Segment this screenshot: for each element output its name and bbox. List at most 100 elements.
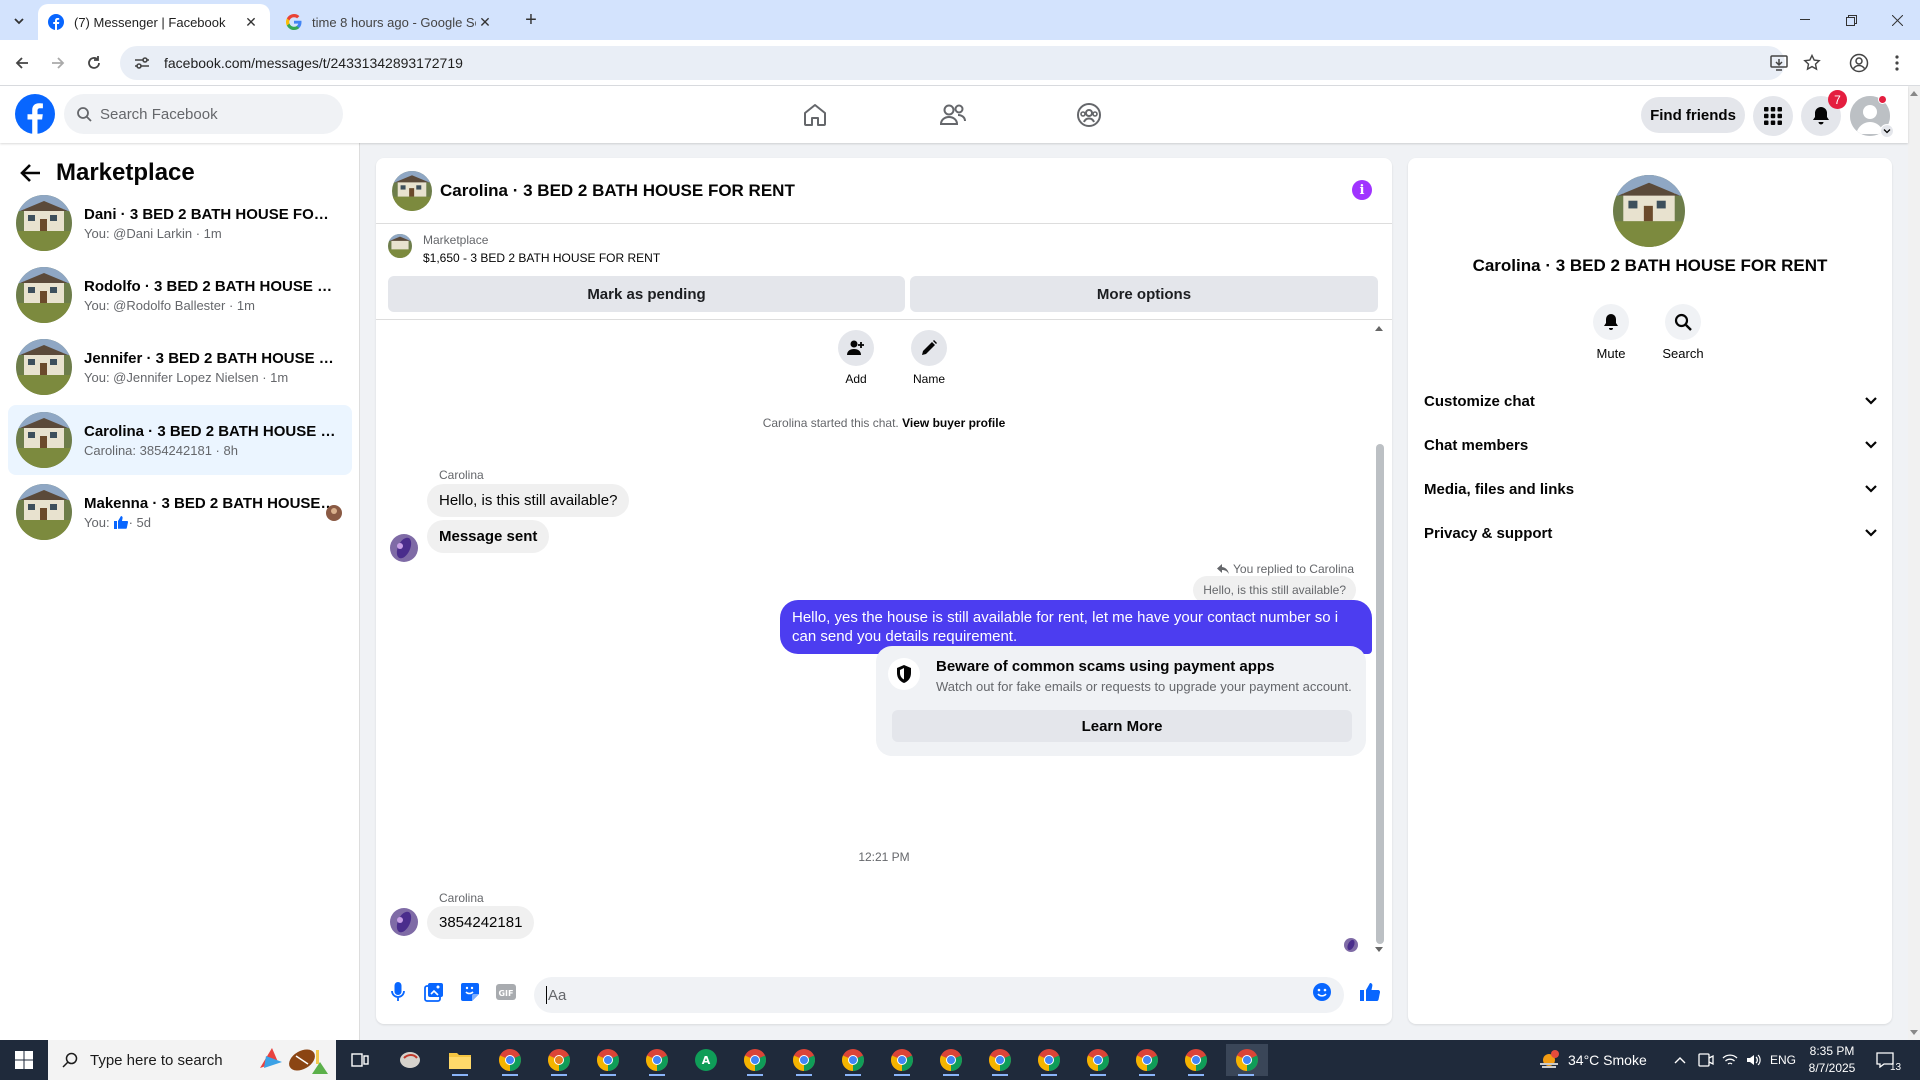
browser-menu-icon[interactable] — [1884, 50, 1910, 76]
restore-icon[interactable] — [1828, 0, 1874, 40]
chrome-profile-icon[interactable] — [1029, 1044, 1069, 1076]
incoming-message[interactable]: 3854242181 — [427, 906, 535, 939]
facebook-search-input[interactable]: Search Facebook — [64, 94, 343, 134]
browser-tab-messenger[interactable]: (7) Messenger | Facebook ✕ — [38, 4, 270, 40]
chevron-down-icon — [1865, 441, 1877, 449]
chrome-profile-icon[interactable] — [980, 1044, 1020, 1076]
emoji-icon[interactable] — [1310, 980, 1334, 1004]
seen-avatar — [326, 505, 342, 521]
chrome-profile-icon[interactable] — [539, 1044, 579, 1076]
meet-now-icon[interactable] — [1698, 1040, 1714, 1080]
house-thumbnail[interactable] — [392, 170, 432, 211]
app-icon[interactable] — [390, 1044, 430, 1076]
sticker-icon[interactable] — [458, 980, 482, 1004]
microphone-icon[interactable] — [386, 980, 410, 1004]
chrome-profile-icon[interactable] — [735, 1044, 775, 1076]
nav-friends-icon[interactable] — [897, 94, 1009, 136]
bookmark-star-icon[interactable] — [1799, 50, 1825, 76]
chrome-profile-icon[interactable] — [833, 1044, 873, 1076]
notification-center-icon[interactable]: 13 — [1876, 1040, 1901, 1080]
account-chevron-icon[interactable] — [1880, 124, 1894, 138]
chat-members-section[interactable]: Chat members — [1424, 425, 1878, 465]
thumbs-up-icon — [113, 515, 129, 529]
page-scrollbar[interactable] — [1908, 86, 1920, 1040]
tab-search-chevron-icon[interactable] — [6, 8, 32, 34]
customize-chat-section[interactable]: Customize chat — [1424, 381, 1878, 421]
windows-start-icon[interactable] — [0, 1040, 48, 1080]
install-app-icon[interactable] — [1766, 50, 1792, 76]
conversation-item-carolina[interactable]: Carolina · 3 BED 2 BATH HOUSE FOR RENT C… — [8, 405, 352, 475]
conversation-item-jennifer[interactable]: Jennifer · 3 BED 2 BATH HOUSE FOR RENT Y… — [8, 332, 352, 402]
file-explorer-icon[interactable] — [440, 1044, 480, 1076]
incoming-message[interactable]: Hello, is this still available? — [427, 484, 630, 517]
name-chat-button[interactable]: Name — [899, 330, 959, 386]
chrome-profile-icon[interactable] — [1078, 1044, 1118, 1076]
scroll-up-arrow-icon — [1910, 91, 1918, 96]
conversation-item-rodolfo[interactable]: Rodolfo · 3 BED 2 BATH HOUSE FOR RENT Yo… — [8, 260, 352, 330]
incoming-message[interactable]: Message sent — [427, 520, 550, 553]
chrome-profile-icon[interactable] — [637, 1044, 677, 1076]
carolina-avatar[interactable] — [390, 534, 418, 562]
minimize-icon[interactable] — [1782, 0, 1828, 40]
conversation-preview: You: @Dani Larkin · 1m — [84, 225, 222, 241]
gif-icon[interactable]: GIF — [494, 980, 518, 1004]
weather-widget[interactable]: 34°C Smoke — [1538, 1040, 1647, 1080]
photo-gallery-icon[interactable] — [422, 980, 446, 1004]
facebook-logo-icon[interactable] — [15, 94, 55, 134]
app-icon[interactable]: A — [686, 1044, 726, 1076]
new-tab-plus-icon[interactable]: + — [520, 10, 542, 32]
chrome-profile-icon[interactable] — [1127, 1044, 1167, 1076]
chat-title[interactable]: Carolina · 3 BED 2 BATH HOUSE FOR RENT — [440, 181, 795, 201]
profile-icon[interactable] — [1846, 50, 1872, 76]
back-arrow-icon[interactable] — [20, 162, 56, 184]
forward-arrow-icon[interactable] — [45, 50, 71, 76]
carolina-avatar[interactable] — [390, 908, 418, 936]
show-hidden-icons-chevron-icon[interactable] — [1674, 1040, 1686, 1080]
site-info-tune-icon[interactable] — [132, 53, 152, 73]
chrome-profile-icon[interactable] — [588, 1044, 628, 1076]
chrome-active-window-icon[interactable] — [1226, 1044, 1268, 1076]
scrollbar-thumb[interactable] — [1376, 444, 1384, 944]
thumbs-up-send-icon[interactable] — [1358, 980, 1382, 1004]
volume-icon[interactable] — [1746, 1040, 1762, 1080]
close-window-icon[interactable] — [1874, 0, 1920, 40]
taskbar-clock[interactable]: 8:35 PM 8/7/2025 — [1798, 1043, 1866, 1077]
nav-groups-icon[interactable] — [1033, 94, 1145, 136]
house-thumbnail — [388, 234, 412, 258]
mark-as-pending-button[interactable]: Mark as pending — [388, 276, 905, 312]
conversation-item-dani[interactable]: Dani · 3 BED 2 BATH HOUSE FOR RENT You: … — [8, 188, 352, 258]
chrome-profile-icon[interactable] — [882, 1044, 922, 1076]
browser-tab-google[interactable]: time 8 hours ago - Google Search ✕ — [276, 4, 504, 40]
close-tab-icon[interactable]: ✕ — [476, 13, 494, 31]
input-language[interactable]: ENG — [1770, 1040, 1796, 1080]
chrome-profile-icon[interactable] — [784, 1044, 824, 1076]
back-arrow-icon[interactable] — [9, 50, 35, 76]
taskbar-search-box[interactable]: Type here to search — [48, 1040, 336, 1080]
address-bar[interactable]: facebook.com/messages/t/2433134289317271… — [120, 46, 1785, 80]
chrome-profile-icon[interactable] — [1176, 1044, 1216, 1076]
task-view-icon[interactable] — [340, 1044, 380, 1076]
find-friends-button[interactable]: Find friends — [1641, 97, 1745, 133]
chrome-profile-icon[interactable] — [931, 1044, 971, 1076]
listing-price-title[interactable]: $1,650 - 3 BED 2 BATH HOUSE FOR RENT — [423, 251, 660, 265]
conversation-item-makenna[interactable]: Makenna · 3 BED 2 BATH HOUSE FOR RENT Yo… — [8, 477, 352, 547]
network-wifi-icon[interactable] — [1722, 1040, 1738, 1080]
menu-grid-icon[interactable] — [1753, 96, 1793, 136]
more-options-button[interactable]: More options — [910, 276, 1378, 312]
learn-more-button[interactable]: Learn More — [892, 710, 1352, 742]
thread-scrollbar[interactable] — [1374, 324, 1384, 954]
chrome-icon[interactable] — [490, 1044, 530, 1076]
nav-home-icon[interactable] — [759, 94, 871, 136]
url-text: facebook.com/messages/t/2433134289317271… — [164, 55, 463, 71]
mute-button[interactable]: Mute — [1581, 304, 1641, 361]
view-buyer-profile-link[interactable]: View buyer profile — [902, 416, 1005, 430]
privacy-support-section[interactable]: Privacy & support — [1424, 513, 1878, 553]
info-icon[interactable]: i — [1352, 180, 1372, 200]
close-tab-icon[interactable]: ✕ — [242, 13, 260, 31]
add-people-button[interactable]: Add — [826, 330, 886, 386]
search-in-chat-button[interactable]: Search — [1653, 304, 1713, 361]
message-input[interactable]: Aa — [534, 977, 1344, 1013]
media-files-links-section[interactable]: Media, files and links — [1424, 469, 1878, 509]
reload-icon[interactable] — [81, 50, 107, 76]
running-indicator — [600, 1074, 616, 1076]
